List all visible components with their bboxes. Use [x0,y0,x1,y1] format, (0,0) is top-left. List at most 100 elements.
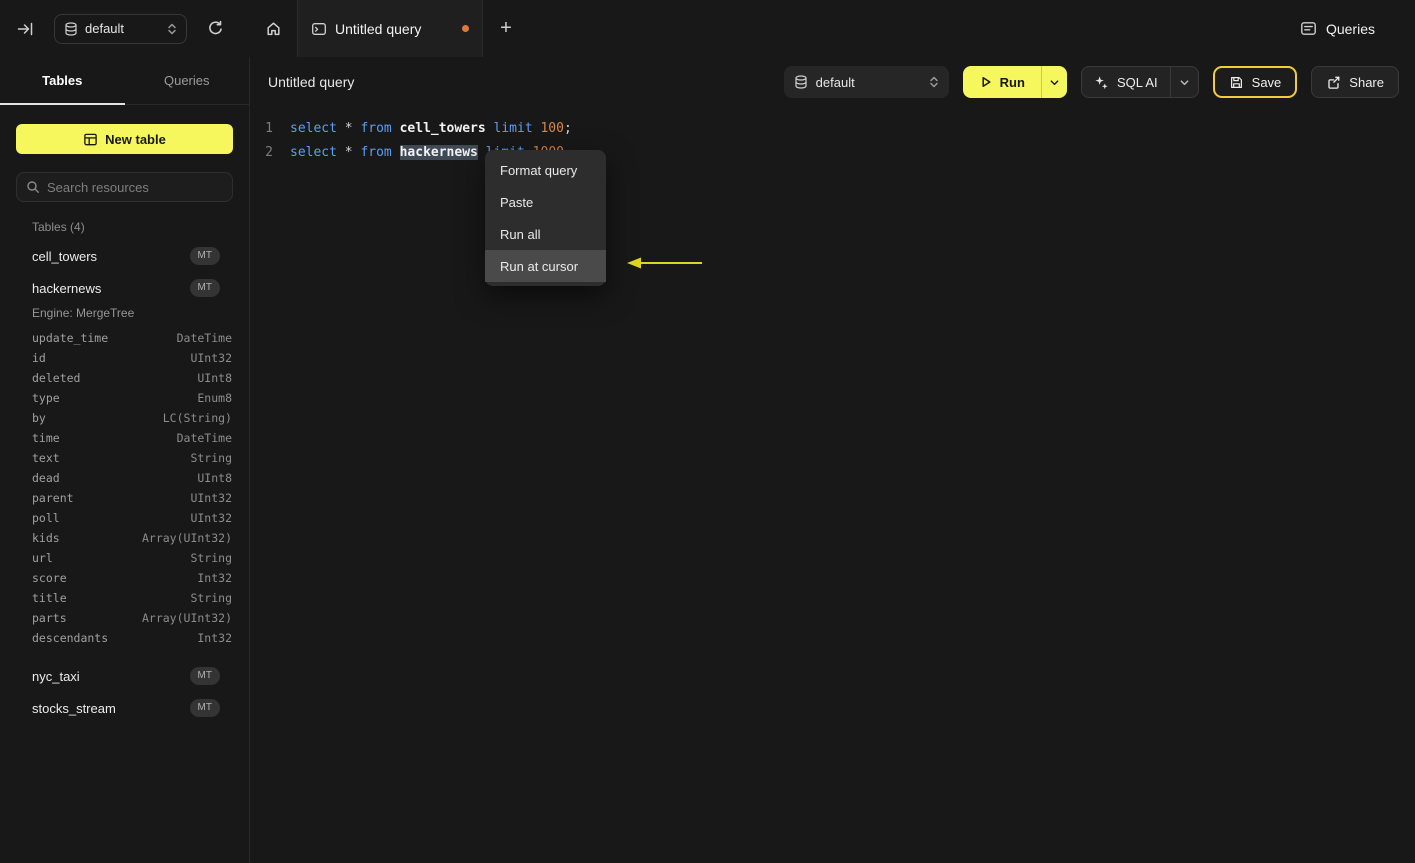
code-content: select * from cell_towers limit 100; [290,121,572,136]
save-icon [1230,76,1242,88]
code-line[interactable]: 2select * from hackernews limit 1000 [250,140,1415,164]
database-icon [65,21,77,36]
column-row[interactable]: time DateTime [32,428,232,448]
topbar-database-selector[interactable]: default [54,13,187,44]
save-button[interactable]: Save [1212,66,1298,98]
column-row[interactable]: by LC(String) [32,408,232,428]
save-button-label: Save [1251,74,1282,90]
code-token-kw: from [360,120,392,136]
engine-badge: MT [189,247,220,265]
column-name: parts [32,611,67,625]
code-token-sel: hackernews [399,144,478,160]
chevron-updown-icon [168,23,176,34]
column-row[interactable]: deleted UInt8 [32,368,232,388]
query-title: Untitled query [268,74,355,90]
code-token-kw: select [290,144,337,160]
code-token-num: 100 [540,120,564,136]
column-row[interactable]: score Int32 [32,568,232,588]
column-row[interactable]: parts Array(UInt32) [32,608,232,628]
table-name: stocks_stream [32,700,116,716]
table-row-stocks_stream[interactable]: stocks_stream MT [32,692,232,724]
unsaved-dot [462,25,469,32]
sidebar-tab-queries[interactable]: Queries [125,57,250,104]
tables-section-label: Tables (4) [32,220,85,234]
context-menu-item[interactable]: Run all [485,218,606,250]
query-tab-icon [312,22,326,35]
tab-untitled-query[interactable]: Untitled query [297,0,483,57]
run-button[interactable]: Run [962,66,1041,98]
tab-title: Untitled query [335,20,422,37]
column-name: kids [32,531,60,545]
sql-ai-options-button[interactable] [1169,67,1198,97]
search-box [16,172,233,202]
code-token-plain: ; [563,120,572,136]
column-row[interactable]: descendants Int32 [32,628,232,648]
sql-editor[interactable]: 1 select * from cell_towers limit 100; 2 se… [250,107,1415,164]
context-menu-item[interactable]: Format query [485,154,606,186]
search-icon [27,181,39,193]
sidebar: Tables Queries New table Tables (4) cell… [0,57,250,863]
sql-ai-button-group: SQL AI [1080,66,1199,98]
table-row-cell_towers[interactable]: cell_towers MT [32,240,232,272]
line-number: 1 [265,120,273,136]
column-type: UInt32 [190,351,232,365]
line-number: 2 [265,144,273,160]
tables-list: cell_towers MT hackernews MT Engine: MergeTr… [32,240,232,724]
table-grid-icon [84,133,97,145]
column-type: UInt8 [197,371,232,385]
code-token-kw: from [360,144,392,160]
column-row[interactable]: dead UInt8 [32,468,232,488]
queries-button[interactable]: Queries [1300,20,1375,37]
column-row[interactable]: type Enum8 [32,388,232,408]
column-type: DateTime [176,431,232,445]
sidebar-tab-tables[interactable]: Tables [0,57,125,105]
topbar-right: Queries [1300,0,1415,57]
home-icon [267,22,280,36]
engine-badge: MT [189,699,220,717]
new-tab-button[interactable]: + [483,0,529,57]
column-type: Array(UInt32) [141,611,232,625]
column-name: score [32,571,67,585]
column-row[interactable]: id UInt32 [32,348,232,368]
share-button[interactable]: Share [1311,66,1399,98]
column-row[interactable]: parent UInt32 [32,488,232,508]
sql-ai-button[interactable]: SQL AI [1082,67,1170,97]
new-table-button[interactable]: New table [16,124,233,154]
column-type: Array(UInt32) [141,531,232,545]
column-row[interactable]: kids Array(UInt32) [32,528,232,548]
column-type: String [190,551,232,565]
queries-button-label: Queries [1325,20,1375,37]
context-menu-item[interactable]: Run at cursor [485,250,606,282]
context-menu: Format query Paste Run all Run at cursor [485,150,606,286]
code-token-plain: * [336,120,361,136]
collapse-sidebar-button[interactable] [16,20,34,38]
topbar-database-selector-value: default [85,21,125,36]
column-row[interactable]: title String [32,588,232,608]
new-table-button-label: New table [105,131,166,147]
run-options-button[interactable] [1040,66,1067,98]
code-token-plain: * [336,144,361,160]
column-row[interactable]: text String [32,448,232,468]
engine-badge: MT [189,279,220,297]
run-button-label: Run [999,74,1025,90]
column-row[interactable]: poll UInt32 [32,508,232,528]
table-row-hackernews[interactable]: hackernews MT [32,272,232,304]
column-name: descendants [32,631,109,645]
context-menu-item[interactable]: Paste [485,186,606,218]
sql-ai-button-label: SQL AI [1116,74,1158,90]
table-row-nyc_taxi[interactable]: nyc_taxi MT [32,660,232,692]
refresh-button[interactable] [207,20,224,37]
column-row[interactable]: url String [32,548,232,568]
search-input[interactable] [47,179,223,195]
code-line[interactable]: 1 select * from cell_towers limit 100; [250,116,1415,140]
sidebar-tab-tables-label: Tables [42,73,83,88]
home-button[interactable] [250,0,297,57]
column-name: dead [32,471,60,485]
database-selector[interactable]: default [783,66,949,98]
collapse-sidebar-icon [17,22,33,35]
sidebar-tabs: Tables Queries [0,57,249,105]
column-row[interactable]: update_time DateTime [32,328,232,348]
share-button-label: Share [1349,74,1384,90]
column-type: DateTime [176,331,232,345]
